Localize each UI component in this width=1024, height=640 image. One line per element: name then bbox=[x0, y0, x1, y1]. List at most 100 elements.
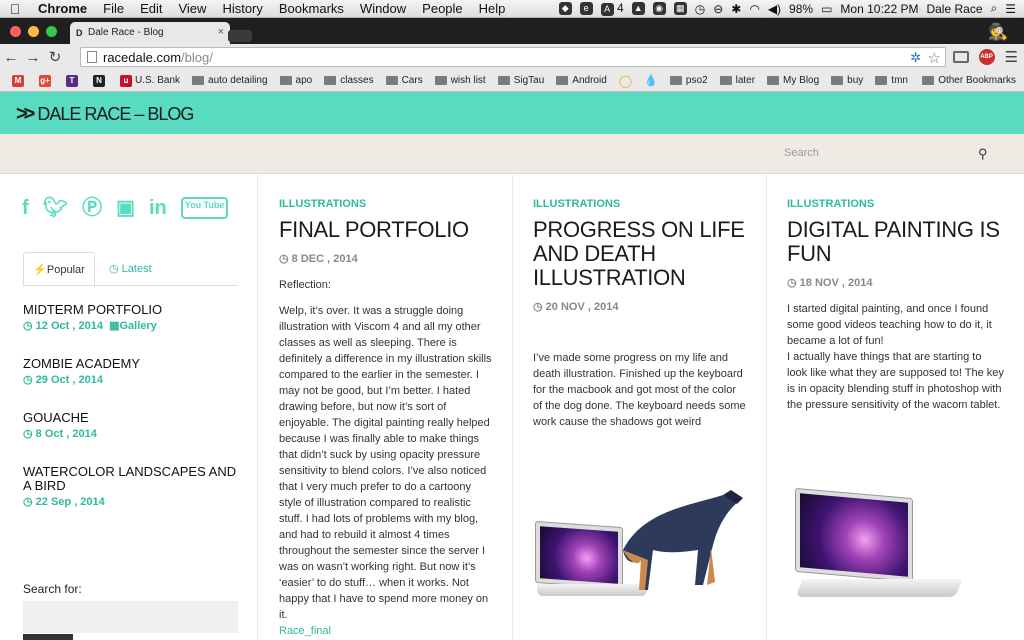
cast-icon[interactable] bbox=[952, 51, 969, 63]
bookmark-folder-pso2[interactable]: pso2 bbox=[664, 75, 714, 86]
bluetooth-icon[interactable]: ✱ bbox=[731, 2, 741, 16]
search-icon[interactable]: ⚲ bbox=[978, 146, 988, 162]
bookmark-folder-auto-detailing[interactable]: auto detailing bbox=[186, 75, 274, 86]
instagram-icon[interactable]: ▣ bbox=[116, 197, 135, 219]
bookmark-usbank[interactable]: u U.S. Bank bbox=[114, 74, 186, 87]
clock-icon[interactable]: ◷ bbox=[695, 2, 705, 16]
do-not-disturb-icon[interactable]: ⊖ bbox=[713, 2, 723, 16]
clock-icon: ◷ bbox=[109, 263, 119, 275]
menu-history[interactable]: History bbox=[214, 1, 270, 16]
bookmark-drops[interactable]: 💧 bbox=[638, 74, 664, 87]
adblock-plus-icon[interactable]: ABP bbox=[978, 49, 995, 65]
evernote-icon[interactable]: e bbox=[579, 2, 593, 15]
youtube-icon[interactable]: You Tube bbox=[180, 197, 229, 219]
post-attachment-link[interactable]: Race_final bbox=[279, 625, 492, 637]
reload-icon[interactable]: ↻ bbox=[44, 48, 66, 66]
apple-icon[interactable]:  bbox=[0, 1, 30, 17]
zoom-window-button[interactable] bbox=[46, 26, 57, 37]
site-search-input[interactable]: Search bbox=[784, 147, 819, 159]
menubar-user[interactable]: Dale Race bbox=[926, 2, 982, 16]
bookmark-folder-sigtau[interactable]: SigTau bbox=[492, 75, 551, 86]
bookmark-label: classes bbox=[340, 75, 374, 86]
post-card-progress-life-death: ILLUSTRATIONS PROGRESS ON LIFE AND DEATH… bbox=[513, 175, 767, 640]
bookmark-folder-android[interactable]: Android bbox=[550, 75, 612, 86]
menu-file[interactable]: File bbox=[95, 1, 132, 16]
address-bar[interactable]: racedale.com/blog/ ✲ ☆ bbox=[80, 47, 946, 67]
bookmark-folder-later[interactable]: later bbox=[714, 75, 761, 86]
menu-app-chrome[interactable]: Chrome bbox=[30, 1, 95, 16]
bookmark-star-icon[interactable]: ☆ bbox=[928, 49, 941, 67]
new-tab-button[interactable] bbox=[228, 30, 252, 42]
bookmark-nf[interactable]: N bbox=[87, 74, 114, 87]
tab-close-icon[interactable]: × bbox=[218, 26, 224, 38]
bookmark-folder-buy[interactable]: buy bbox=[825, 75, 869, 86]
bookmark-folder-tmn[interactable]: tmn bbox=[869, 75, 914, 86]
list-item: WATERCOLOR LANDSCAPES AND A BIRD ◷ 22 Se… bbox=[23, 465, 238, 509]
bookmark-gplus[interactable]: g+ bbox=[33, 74, 60, 87]
minimize-window-button[interactable] bbox=[28, 26, 39, 37]
menu-help[interactable]: Help bbox=[471, 1, 514, 16]
post-title[interactable]: DIGITAL PAINTING IS FUN bbox=[787, 218, 1004, 266]
notification-center-icon[interactable]: ☰ bbox=[1005, 2, 1016, 16]
menu-view[interactable]: View bbox=[170, 1, 214, 16]
post-date-text: 18 NOV , 2014 bbox=[799, 277, 873, 289]
bookmark-folder-classes[interactable]: classes bbox=[318, 75, 379, 86]
post-card-final-portfolio: ILLUSTRATIONS FINAL PORTFOLIO ◷ 8 DEC , … bbox=[259, 175, 513, 640]
wifi-icon[interactable]: ◠ bbox=[749, 2, 759, 16]
grid-icon[interactable]: ▦ bbox=[673, 2, 687, 15]
tab-popular[interactable]: ⚡Popular bbox=[23, 252, 95, 287]
laptop-dog-illustration[interactable] bbox=[535, 490, 743, 605]
tab-latest[interactable]: ◷ Latest bbox=[109, 252, 152, 287]
site-logo[interactable]: >> DALE RACE – BLOG bbox=[16, 103, 194, 126]
sidebar-search-input[interactable] bbox=[23, 601, 238, 633]
volume-icon[interactable]: ◀) bbox=[768, 2, 781, 16]
folder-icon bbox=[669, 76, 682, 85]
post-title[interactable]: FINAL PORTFOLIO bbox=[279, 218, 492, 242]
shield-icon[interactable]: ◉ bbox=[652, 2, 666, 15]
spotlight-icon[interactable]: ⌕ bbox=[991, 1, 998, 16]
menubar-clock[interactable]: Mon 10:22 PM bbox=[840, 2, 918, 16]
post-title[interactable]: PROGRESS ON LIFE AND DEATH ILLUSTRATION bbox=[533, 218, 746, 290]
bookmark-gmail[interactable]: M bbox=[6, 74, 33, 87]
browser-tab-active[interactable]: D Dale Race - Blog × bbox=[70, 22, 230, 44]
menu-window[interactable]: Window bbox=[352, 1, 414, 16]
linkedin-icon[interactable]: in bbox=[149, 197, 167, 219]
other-bookmarks[interactable]: Other Bookmarks bbox=[916, 75, 1024, 86]
twitter-icon[interactable]: 🐦︎ bbox=[43, 197, 68, 219]
popular-post-title[interactable]: WATERCOLOR LANDSCAPES AND A BIRD bbox=[23, 465, 238, 493]
chrome-menu-icon[interactable]: ☰ bbox=[1005, 48, 1018, 66]
pinterest-icon[interactable]: Ⓟ bbox=[82, 197, 102, 219]
folder-icon bbox=[497, 76, 510, 85]
bookmark-folder-my-blog[interactable]: My Blog bbox=[761, 75, 825, 86]
adobe-badge[interactable]: A 4 bbox=[600, 1, 624, 16]
forward-icon[interactable]: → bbox=[22, 49, 44, 66]
post-category[interactable]: ILLUSTRATIONS bbox=[279, 198, 492, 210]
folder-icon bbox=[922, 76, 935, 85]
popular-post-title[interactable]: GOUACHE bbox=[23, 411, 238, 425]
dropbox-icon[interactable]: ◆ bbox=[558, 2, 572, 15]
post-format-link[interactable]: Gallery bbox=[119, 320, 156, 332]
popular-post-title[interactable]: ZOMBIE ACADEMY bbox=[23, 357, 238, 371]
bookmark-folder-apo[interactable]: apo bbox=[274, 75, 319, 86]
menu-bookmarks[interactable]: Bookmarks bbox=[271, 1, 352, 16]
back-icon[interactable]: ← bbox=[0, 49, 22, 66]
extension-icon[interactable]: ✲ bbox=[910, 50, 921, 66]
menu-people[interactable]: People bbox=[414, 1, 470, 16]
clock-icon: ◷ bbox=[787, 277, 797, 289]
bookmark-folder-wish-list[interactable]: wish list bbox=[429, 75, 492, 86]
bookmark-origin[interactable]: ◯ bbox=[613, 74, 638, 88]
menu-edit[interactable]: Edit bbox=[132, 1, 170, 16]
bookmark-folder-cars[interactable]: Cars bbox=[380, 75, 429, 86]
bookmark-label: wish list bbox=[450, 75, 486, 86]
battery-percent[interactable]: 98% bbox=[789, 2, 813, 16]
bookmark-t[interactable]: T bbox=[60, 74, 87, 87]
laptop-painting-image[interactable] bbox=[789, 487, 964, 607]
list-item: ZOMBIE ACADEMY ◷ 29 Oct , 2014 bbox=[23, 357, 238, 387]
sidebar-search-button[interactable] bbox=[23, 634, 73, 640]
popular-post-title[interactable]: MIDTERM PORTFOLIO bbox=[23, 303, 238, 317]
post-category[interactable]: ILLUSTRATIONS bbox=[787, 198, 1004, 210]
close-window-button[interactable] bbox=[10, 26, 21, 37]
facebook-icon[interactable]: f bbox=[22, 197, 29, 219]
google-drive-icon[interactable]: ▲ bbox=[631, 2, 645, 15]
post-category[interactable]: ILLUSTRATIONS bbox=[533, 198, 746, 210]
